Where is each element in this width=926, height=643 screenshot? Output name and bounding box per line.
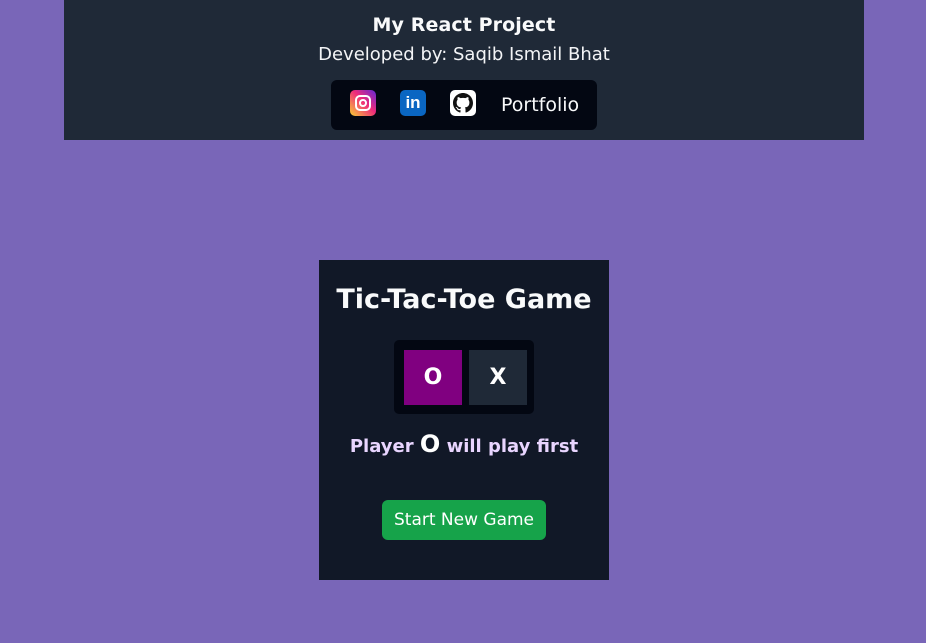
linkedin-icon[interactable]: in bbox=[400, 90, 426, 116]
instagram-icon[interactable] bbox=[350, 90, 376, 116]
github-icon[interactable] bbox=[450, 90, 476, 116]
start-new-game-button[interactable]: Start New Game bbox=[382, 500, 546, 540]
developer-credit: Developed by: Saqib Ismail Bhat bbox=[318, 44, 610, 65]
portfolio-link[interactable]: Portfolio bbox=[501, 94, 579, 116]
first-player-prefix: Player bbox=[349, 436, 414, 457]
social-links-bar: in Portfolio bbox=[331, 80, 597, 130]
game-setup-card: Tic-Tac-Toe Game O X Player O will play … bbox=[319, 260, 609, 580]
first-player-suffix: will play first bbox=[446, 436, 579, 457]
project-title: My React Project bbox=[372, 14, 556, 36]
player-choice-toggle: O X bbox=[394, 340, 534, 414]
github-octocat-shape bbox=[453, 93, 473, 113]
first-player-mark: O bbox=[419, 430, 441, 458]
choose-o-button[interactable]: O bbox=[404, 350, 462, 405]
site-header: My React Project Developed by: Saqib Ism… bbox=[64, 0, 864, 140]
instagram-lens bbox=[359, 99, 367, 107]
choose-x-button[interactable]: X bbox=[469, 350, 527, 405]
first-player-message: Player O will play first bbox=[319, 430, 609, 458]
game-title: Tic-Tac-Toe Game bbox=[336, 284, 592, 315]
